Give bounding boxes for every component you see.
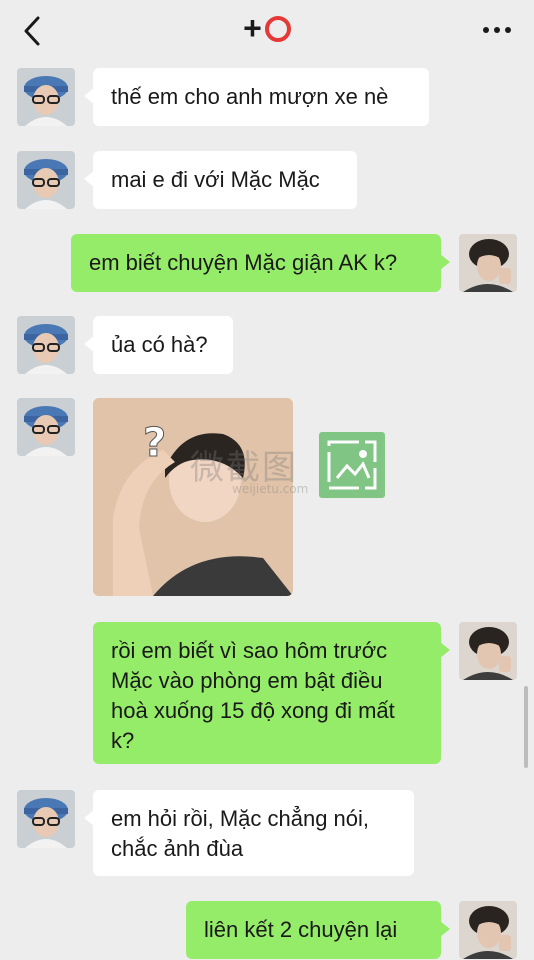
message-bubble-outgoing[interactable]: rồi em biết vì sao hôm trước Mặc vào phò… [93, 622, 450, 764]
contact-avatar[interactable] [17, 790, 75, 848]
contact-avatar[interactable] [17, 398, 75, 456]
contact-avatar[interactable] [17, 316, 75, 374]
self-avatar[interactable] [459, 901, 517, 959]
scrollbar[interactable] [524, 686, 528, 768]
sticker-image[interactable]: ? · [93, 398, 293, 596]
self-avatar[interactable] [459, 234, 517, 292]
message-bubble-incoming[interactable]: mai e đi với Mặc Mặc [84, 151, 357, 209]
message-bubble-incoming[interactable]: thế em cho anh mượn xe nè [84, 68, 429, 126]
contact-avatar[interactable] [17, 151, 75, 209]
self-avatar[interactable] [459, 622, 517, 680]
message-bubble-outgoing[interactable]: em biết chuyện Mặc giận AK k? [71, 234, 450, 292]
message-bubble-incoming[interactable]: ủa có hà? [84, 316, 233, 374]
title-ring-icon [264, 16, 291, 42]
ellipsis-icon[interactable] [480, 18, 514, 42]
watermark-subtext: weijietu.com [232, 482, 309, 496]
title-plus: + [243, 10, 263, 46]
chat-title: + [0, 10, 534, 47]
message-bubble-outgoing[interactable]: liên kết 2 chuyện lại [186, 901, 450, 959]
contact-avatar[interactable] [17, 68, 75, 126]
question-mark: ? [143, 420, 166, 466]
svg-text:·: · [179, 579, 181, 586]
image-placeholder-icon [319, 432, 385, 498]
message-bubble-incoming[interactable]: em hỏi rồi, Mặc chẳng nói, chắc ảnh đùa [84, 790, 414, 876]
chat-header: + [0, 0, 534, 62]
